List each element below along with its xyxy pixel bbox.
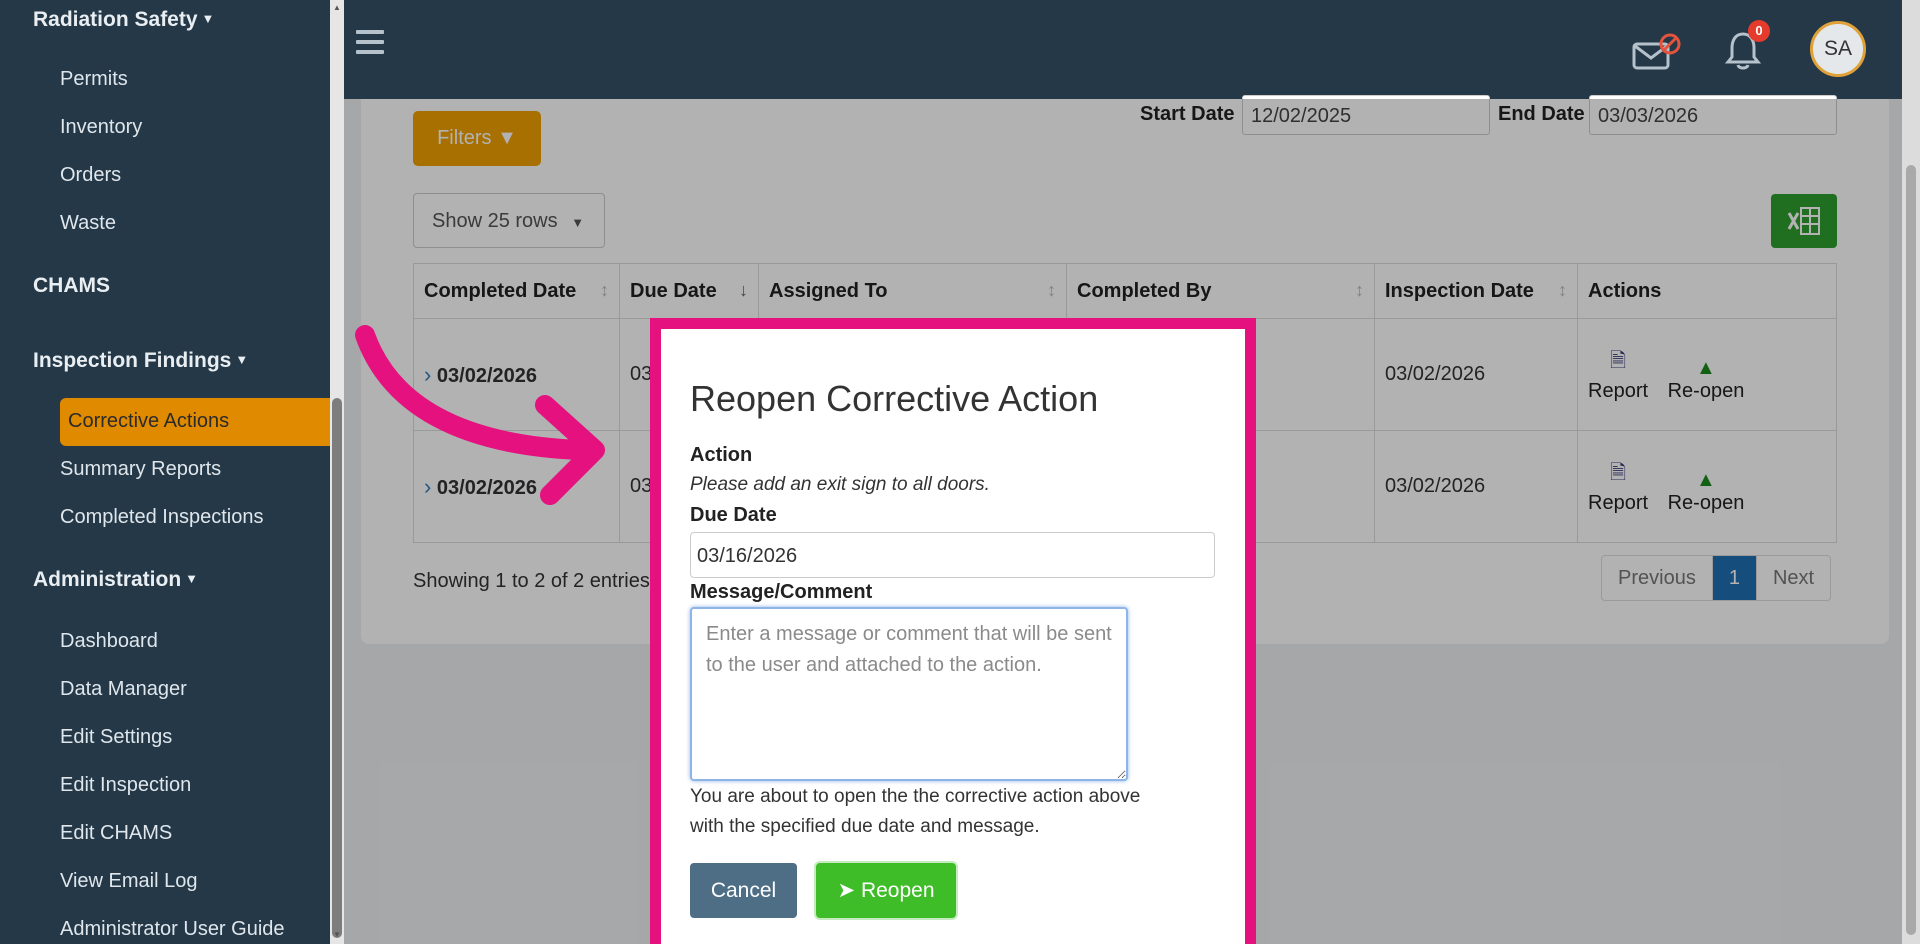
- sidebar-item-administrator-user-guide[interactable]: Administrator User Guide: [60, 918, 285, 941]
- notice-text-line2: with the specified due date and message.: [690, 816, 1040, 837]
- sidebar-item-dashboard[interactable]: Dashboard: [60, 630, 158, 653]
- modal-title: Reopen Corrective Action: [690, 378, 1099, 419]
- sidebar-section-inspection-findings[interactable]: Inspection Findings ▼: [33, 349, 248, 373]
- hamburger-menu-icon[interactable]: [356, 30, 384, 60]
- caret-down-icon: ▼: [201, 11, 215, 26]
- sidebar-item-corrective-actions[interactable]: Corrective Actions: [60, 398, 330, 446]
- sidebar-item-label: Corrective Actions: [68, 410, 230, 432]
- reopen-button-label: Reopen: [860, 879, 935, 902]
- sidebar-item-view-email-log[interactable]: View Email Log: [60, 870, 197, 893]
- message-label: Message/Comment: [690, 581, 873, 603]
- page-scrollbar-thumb[interactable]: [1906, 165, 1916, 935]
- notice-text-line1: You are about to open the the corrective…: [690, 786, 1141, 807]
- scroll-up-icon[interactable]: ▲: [333, 3, 341, 12]
- avatar[interactable]: SA: [1810, 21, 1866, 77]
- due-date-input[interactable]: 03/16/2026: [690, 532, 1215, 578]
- sidebar-item-waste[interactable]: Waste: [60, 212, 116, 235]
- sidebar-section-administration[interactable]: Administration ▼: [33, 568, 198, 592]
- caret-down-icon: ▼: [235, 352, 249, 367]
- cancel-button[interactable]: Cancel: [690, 863, 797, 918]
- action-label: Action: [690, 444, 753, 466]
- section-label: Inspection Findings: [33, 349, 232, 372]
- notification-badge: 0: [1748, 20, 1770, 42]
- sidebar-item-inventory[interactable]: Inventory: [60, 116, 142, 139]
- sidebar: Radiation Safety ▼ Permits Inventory Orde…: [0, 0, 330, 944]
- due-date-label: Due Date: [690, 504, 777, 526]
- section-label: Radiation Safety: [33, 8, 198, 31]
- action-text: Please add an exit sign to all doors.: [690, 474, 990, 495]
- reopen-button[interactable]: ➤ Reopen: [816, 863, 956, 918]
- sidebar-item-edit-inspection[interactable]: Edit Inspection: [60, 774, 191, 797]
- sidebar-item-data-manager[interactable]: Data Manager: [60, 678, 187, 701]
- sidebar-section-radiation-safety[interactable]: Radiation Safety ▼: [33, 8, 214, 32]
- scroll-down-icon[interactable]: ▼: [333, 930, 341, 939]
- page-scrollbar[interactable]: [1902, 0, 1920, 944]
- mail-blocked-icon[interactable]: [1632, 32, 1684, 72]
- message-textarea[interactable]: [690, 607, 1128, 781]
- paper-plane-icon: ➤: [837, 879, 856, 902]
- tutorial-arrow-icon: [355, 325, 605, 505]
- top-bar: 0 SA: [344, 0, 1902, 99]
- sidebar-item-edit-chams[interactable]: Edit CHAMS: [60, 822, 172, 845]
- sidebar-item-summary-reports[interactable]: Summary Reports: [60, 458, 221, 481]
- sidebar-item-edit-settings[interactable]: Edit Settings: [60, 726, 172, 749]
- sidebar-section-chams[interactable]: CHAMS: [33, 274, 110, 298]
- sidebar-item-permits[interactable]: Permits: [60, 68, 128, 91]
- sidebar-item-completed-inspections[interactable]: Completed Inspections: [60, 506, 263, 529]
- section-label: Administration: [33, 568, 182, 591]
- sidebar-item-orders[interactable]: Orders: [60, 164, 121, 187]
- caret-down-icon: ▼: [185, 571, 199, 586]
